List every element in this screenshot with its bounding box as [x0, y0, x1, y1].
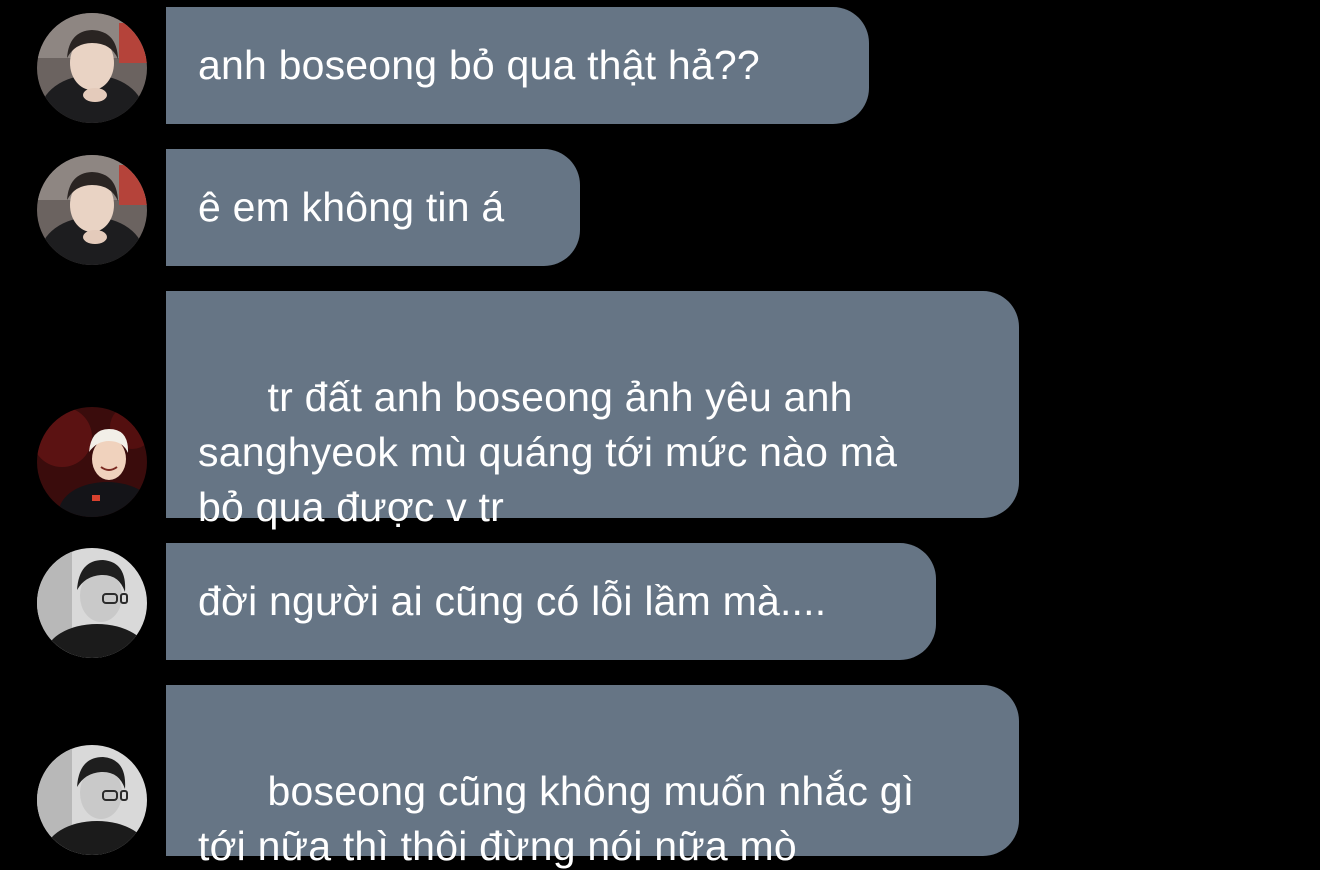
message-bubble[interactable]: ê em không tin á	[166, 149, 580, 266]
avatar-glasses-player-icon	[37, 745, 147, 855]
message-text: tr đất anh boseong ảnh yêu anh sanghyeok…	[198, 374, 898, 530]
chat-thread: anh boseong bỏ qua thật hả?? ê em không …	[0, 0, 1320, 870]
message-bubble[interactable]: đời người ai cũng có lỗi lầm mà....	[166, 543, 936, 660]
avatar-hoodie-boy-icon	[37, 13, 147, 123]
avatar[interactable]	[37, 155, 147, 265]
avatar[interactable]	[37, 407, 147, 517]
message-bubble[interactable]: tr đất anh boseong ảnh yêu anh sanghyeok…	[166, 291, 1019, 530]
avatar-glasses-player-icon	[37, 548, 147, 658]
avatar[interactable]	[37, 745, 147, 855]
avatar-hoodie-boy-icon	[37, 155, 147, 265]
avatar-blond-player-icon	[37, 407, 147, 517]
avatar[interactable]	[37, 548, 147, 658]
message-text: anh boseong bỏ qua thật hả??	[198, 42, 760, 88]
avatar[interactable]	[37, 13, 147, 123]
message-text: ê em không tin á	[198, 184, 505, 230]
message-bubble[interactable]: anh boseong bỏ qua thật hả??	[166, 7, 869, 124]
message-text: đời người ai cũng có lỗi lầm mà....	[198, 578, 827, 624]
message-text: boseong cũng không muốn nhắc gì tới nữa …	[198, 768, 915, 869]
message-bubble[interactable]: boseong cũng không muốn nhắc gì tới nữa …	[166, 685, 1019, 869]
